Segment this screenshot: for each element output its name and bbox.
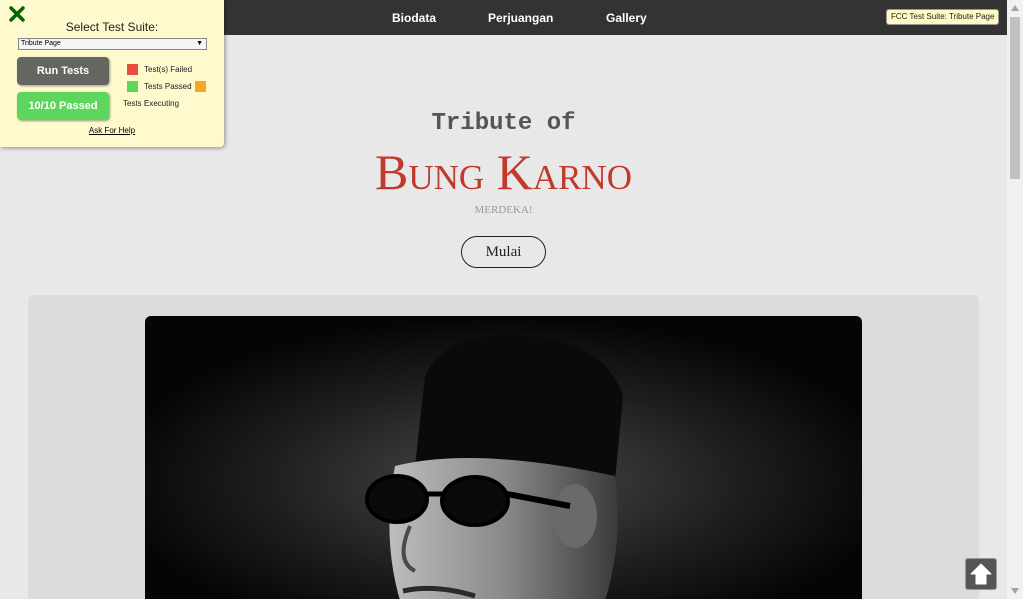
scroll-up-arrow-icon[interactable] bbox=[1007, 0, 1023, 16]
mulai-button[interactable]: Mulai bbox=[461, 236, 546, 268]
page-scrollbar[interactable] bbox=[1007, 0, 1023, 599]
select-suite-label: Select Test Suite: bbox=[65, 20, 159, 34]
failed-legend-label: Test(s) Failed bbox=[144, 65, 193, 74]
test-suite-select[interactable]: Tribute Page ▼ bbox=[18, 38, 207, 50]
passed-legend-label: Tests Passed bbox=[144, 82, 192, 91]
scrollbar-thumb[interactable] bbox=[1010, 17, 1020, 179]
arrow-up-icon bbox=[970, 563, 992, 585]
nav-link-perjuangan[interactable]: Perjuangan bbox=[488, 11, 553, 25]
failed-legend-swatch bbox=[127, 64, 138, 75]
chevron-down-icon: ▼ bbox=[196, 40, 203, 47]
nav-link-gallery[interactable]: Gallery bbox=[606, 11, 647, 25]
hero-title: Bung Karno bbox=[375, 144, 632, 200]
executing-legend-label: Tests Executing bbox=[123, 99, 180, 108]
portrait-illustration bbox=[145, 316, 862, 599]
passed-legend-swatch bbox=[127, 81, 138, 92]
ask-for-help-link[interactable]: Ask For Help bbox=[0, 126, 224, 135]
fcc-test-panel: Select Test Suite: Tribute Page ▼ Run Te… bbox=[0, 0, 224, 147]
tests-passed-button[interactable]: 10/10 Passed bbox=[17, 92, 109, 120]
executing-legend-swatch bbox=[195, 81, 206, 92]
portrait-image bbox=[145, 316, 862, 599]
run-tests-button[interactable]: Run Tests bbox=[17, 57, 109, 85]
test-suite-selected-value: Tribute Page bbox=[21, 40, 61, 47]
nav-link-biodata[interactable]: Biodata bbox=[392, 11, 436, 25]
scroll-to-top-button[interactable] bbox=[965, 558, 997, 590]
hero-tagline: MERDEKA! bbox=[474, 204, 533, 216]
scroll-down-arrow-icon[interactable] bbox=[1007, 583, 1023, 599]
fcc-test-suite-badge[interactable]: FCC Test Suite: Tribute Page bbox=[886, 9, 1000, 25]
